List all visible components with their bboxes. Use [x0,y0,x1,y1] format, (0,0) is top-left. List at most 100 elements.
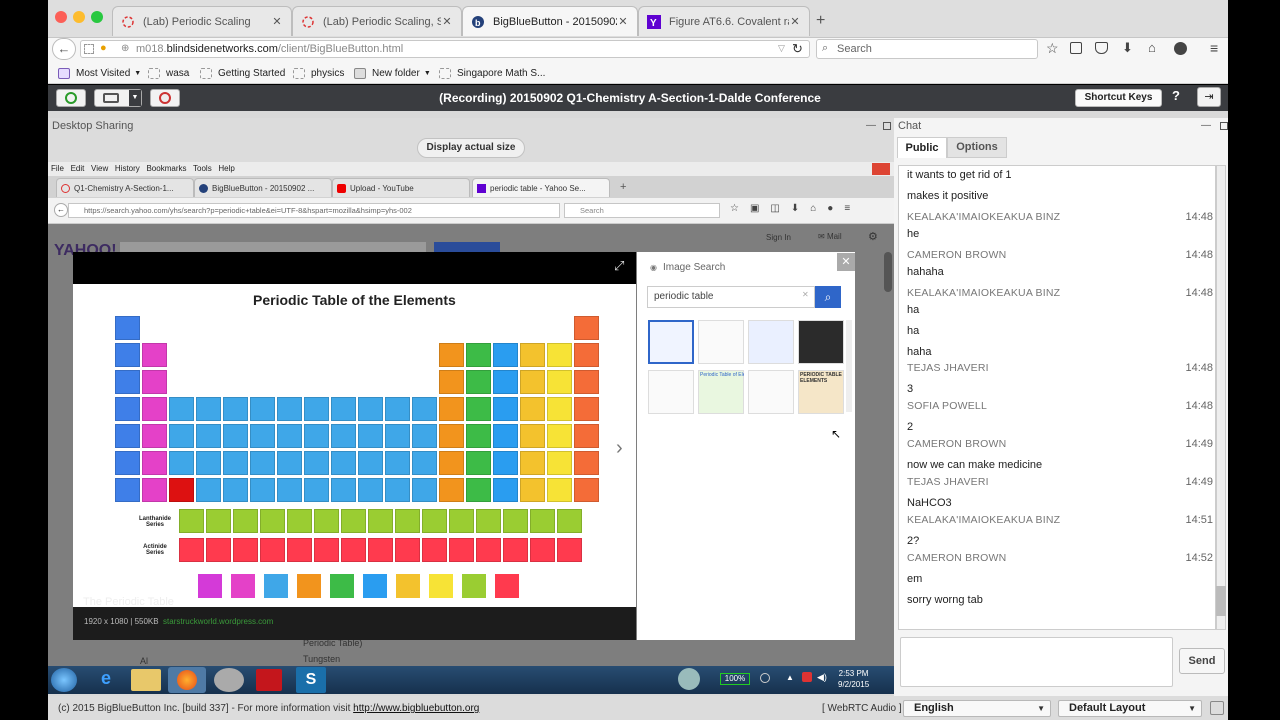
reload-icon[interactable]: ↻ [792,41,803,57]
inner-toolbar-icons[interactable]: ☆▣◫⬇⌂●≡ [730,203,861,214]
chevron-right-icon[interactable]: › [616,437,623,460]
menu-help[interactable]: Help [218,164,234,173]
star-icon[interactable]: ☆ [1046,40,1059,57]
browser-tab-2[interactable]: (Lab) Periodic Scaling, Spee… ✕ [292,6,462,36]
thumbnail-scrollbar[interactable] [846,320,852,412]
thumbnail[interactable] [748,320,794,364]
tab-public[interactable]: Public [897,137,947,158]
menu-edit[interactable]: Edit [71,164,85,173]
menu-file[interactable]: File [51,164,64,173]
download-icon[interactable]: ⬇ [1122,40,1133,56]
language-select[interactable]: English ▼ [903,700,1051,717]
chat-message-input[interactable] [900,637,1173,687]
home-icon[interactable]: ⌂ [1148,40,1156,55]
browser-tab-4[interactable]: Y Figure AT6.6. Covalent radii… ✕ [638,6,810,36]
inner-tab-1[interactable]: Q1-Chemistry A-Section-1... [56,178,194,197]
close-icon[interactable]: ✕ [837,253,855,271]
help-button[interactable]: ? [1172,88,1180,103]
close-window-button[interactable] [55,11,67,23]
chat-scrollbar[interactable] [1216,165,1226,630]
menu-view[interactable]: View [91,164,108,173]
maximize-icon[interactable] [1220,122,1228,130]
zoom-window-button[interactable] [91,11,103,23]
display-actual-size-button[interactable]: Display actual size [417,138,525,158]
element-tile [277,397,302,421]
expand-icon[interactable]: ⤢ [614,258,624,274]
back-arrow-icon[interactable]: ← [54,203,68,217]
back-arrow-icon[interactable]: ← [52,38,76,60]
inner-tab-3[interactable]: Upload - YouTube [332,178,470,197]
new-tab-icon[interactable]: + [620,181,626,193]
image-source-link[interactable]: starstruckworld.wordpress.com [163,617,273,626]
chat-bubble-icon[interactable] [1174,42,1187,55]
menu-tools[interactable]: Tools [193,164,212,173]
shortcut-keys-button[interactable]: Shortcut Keys [1075,89,1162,107]
menu-icon[interactable]: ≡ [1210,40,1218,56]
browser-tab-3[interactable]: b BigBlueButton - 20150902 … ✕ [462,6,638,36]
tray-app-icon[interactable] [802,672,812,682]
send-button[interactable]: Send [1179,648,1225,674]
thumbnail[interactable] [648,320,694,364]
minimize-icon[interactable]: — [1201,120,1211,131]
thumbnail-label: Periodic Table of Ele [700,372,744,378]
inner-tab-4[interactable]: periodic table - Yahoo Se... [472,178,610,197]
menu-history[interactable]: History [115,164,140,173]
chevron-down-icon[interactable]: ▼ [129,90,141,106]
tray-arrow-icon[interactable]: ▲ [786,673,794,682]
pocket-icon[interactable] [1095,42,1108,54]
scrollbar[interactable] [884,252,892,292]
safari-icon[interactable] [214,668,244,692]
browser-tab-1[interactable]: (Lab) Periodic Scaling ✕ [112,6,292,36]
file-explorer-icon[interactable] [131,669,161,691]
bookmark-getting-started[interactable]: Getting Started [200,66,285,80]
sync-icon[interactable] [760,673,770,683]
thumbnail[interactable] [798,320,844,364]
desktop-share-button[interactable] [150,89,180,107]
menu-bookmarks[interactable]: Bookmarks [146,164,186,173]
inner-tab-2[interactable]: BigBlueButton - 20150902 ... [194,178,332,197]
lock-layout-icon[interactable] [1210,701,1224,715]
element-tile [287,509,312,533]
bookmark-singapore-math[interactable]: Singapore Math S... [439,66,545,80]
logout-button[interactable]: ⇥ [1197,87,1221,107]
dropdown-icon[interactable]: ▽ [778,43,785,54]
search-icon[interactable]: ⌕ [815,286,841,308]
maximize-icon[interactable] [883,122,891,130]
chat-message-body: em [907,573,923,585]
reading-list-icon[interactable] [1070,42,1082,54]
webcam-button[interactable]: ▼ [94,89,142,107]
network-icon[interactable] [678,668,700,690]
headset-button[interactable] [56,89,86,107]
thumbnail[interactable] [748,370,794,414]
close-icon[interactable] [872,163,890,175]
bookmark-physics[interactable]: physics [293,66,344,80]
minimize-icon[interactable]: — [866,120,876,131]
thumbnail[interactable] [698,320,744,364]
acrobat-icon[interactable] [256,669,282,691]
firefox-taskbar-button[interactable] [168,667,206,693]
battery-indicator[interactable]: 100% [720,673,750,685]
start-button[interactable] [51,668,77,692]
element-tile [547,424,572,448]
bookmark-most-visited[interactable]: Most Visited ▼ [58,66,141,80]
close-tab-icon[interactable]: ✕ [271,15,283,28]
chat-scroll-thumb[interactable] [1216,586,1226,616]
close-tab-icon[interactable]: ✕ [441,15,453,28]
bookmark-wasa[interactable]: wasa [148,66,189,80]
bbb-website-link[interactable]: http://www.bigbluebutton.org [353,703,479,714]
bookmark-new-folder[interactable]: New folder ▼ [354,66,431,80]
clear-icon[interactable]: ✕ [802,290,809,299]
close-tab-icon[interactable]: ✕ [789,15,801,28]
speaker-icon[interactable]: ◀) [817,672,827,683]
layout-select[interactable]: Default Layout ▼ [1058,700,1202,717]
thumbnail[interactable] [648,370,694,414]
tab-options[interactable]: Options [947,137,1007,158]
tray-clock[interactable]: 2:53 PM 9/2/2015 [838,668,869,690]
screencast-icon[interactable]: S [296,667,326,693]
new-tab-icon[interactable]: + [816,12,825,30]
chat-message-list[interactable]: it wants to get rid of 1 makes it positiv… [898,165,1216,630]
close-tab-icon[interactable]: ✕ [617,15,629,28]
ie-icon[interactable]: e [91,668,121,692]
minimize-window-button[interactable] [73,11,85,23]
element-tile [206,538,231,562]
